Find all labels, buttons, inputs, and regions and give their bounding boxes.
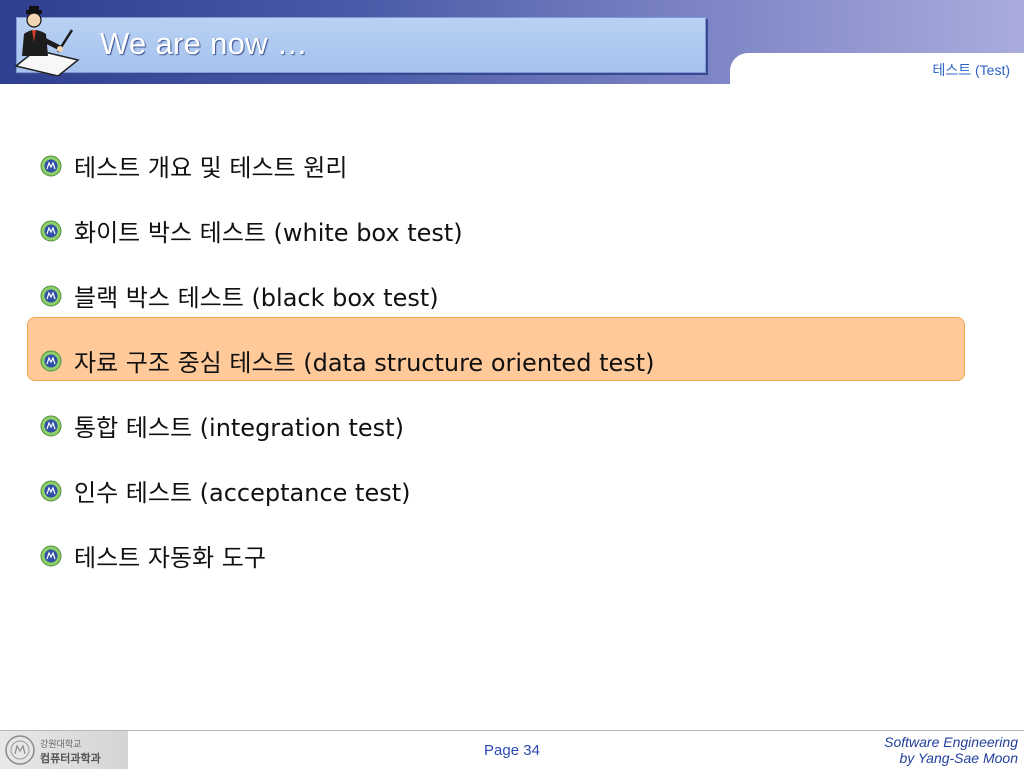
footer-credit: Software Engineering by Yang-Sae Moon bbox=[884, 734, 1018, 766]
list-item-label: 테스트 자동화 도구 bbox=[74, 544, 266, 572]
section-label: 테스트 (Test) bbox=[932, 62, 1010, 78]
slide-title: We are now … bbox=[100, 26, 309, 61]
list-item: 블랙 박스 테스트 (black box test) bbox=[40, 263, 655, 328]
list-item: 화이트 박스 테스트 (white box test) bbox=[40, 198, 655, 263]
section-tab: 테스트 (Test) bbox=[730, 53, 1024, 84]
topic-list: 테스트 개요 및 테스트 원리 화이트 박스 테스트 (white box te… bbox=[40, 133, 655, 588]
course-name: Software Engineering bbox=[884, 734, 1018, 750]
footer: 강원대학교 컴퓨터과학과 Page 34 Software Engineerin… bbox=[0, 730, 1024, 769]
author-name: by Yang-Sae Moon bbox=[899, 750, 1018, 766]
list-item-label: 자료 구조 중심 테스트 (data structure oriented te… bbox=[74, 349, 655, 377]
university-emblem-icon bbox=[40, 285, 62, 306]
list-item-label: 통합 테스트 (integration test) bbox=[74, 414, 404, 442]
list-item-label: 화이트 박스 테스트 (white box test) bbox=[74, 219, 463, 247]
university-emblem-icon bbox=[40, 415, 62, 436]
list-item-label: 블랙 박스 테스트 (black box test) bbox=[74, 284, 439, 312]
university-emblem-icon bbox=[40, 155, 62, 176]
page-number: Page 34 bbox=[484, 742, 540, 759]
university-emblem-icon bbox=[40, 480, 62, 501]
businessman-writing-icon bbox=[14, 6, 80, 76]
university-emblem-icon bbox=[40, 545, 62, 566]
list-item-current: 자료 구조 중심 테스트 (data structure oriented te… bbox=[40, 328, 655, 393]
list-item: 테스트 자동화 도구 bbox=[40, 523, 655, 588]
list-item: 통합 테스트 (integration test) bbox=[40, 393, 655, 458]
university-emblem-icon bbox=[40, 350, 62, 371]
list-item-label: 테스트 개요 및 테스트 원리 bbox=[74, 154, 348, 182]
university-emblem-icon bbox=[40, 220, 62, 241]
list-item-label: 인수 테스트 (acceptance test) bbox=[74, 479, 411, 507]
list-item: 테스트 개요 및 테스트 원리 bbox=[40, 133, 655, 198]
list-item: 인수 테스트 (acceptance test) bbox=[40, 458, 655, 523]
